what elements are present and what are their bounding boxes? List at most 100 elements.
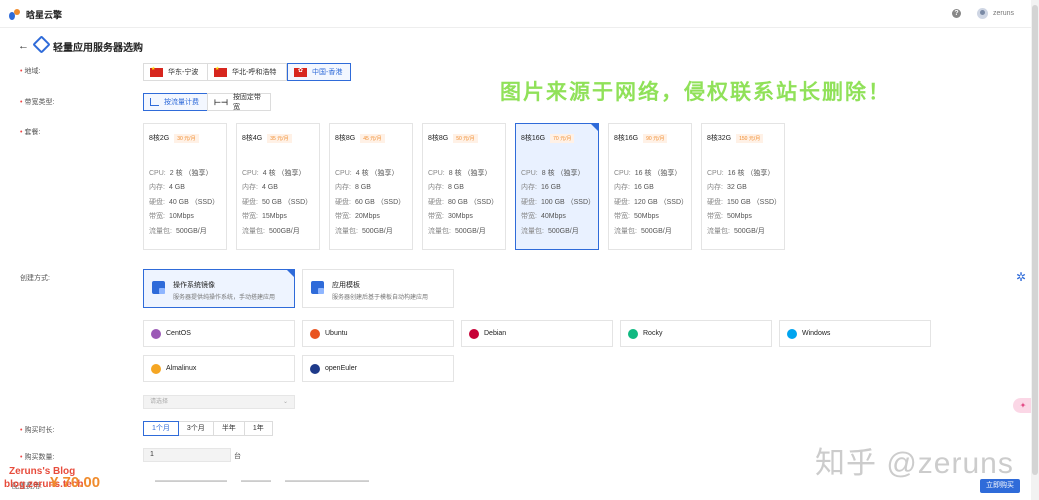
package-name: 8核8G [428, 135, 449, 142]
top-bar: 晗星云擎 ? zeruns [0, 0, 1039, 28]
package-card[interactable]: 8核8G 50 元/月 CPU: 8 核 （独享） 内存: 8 GB 硬盘: 80 GB （S… [422, 123, 506, 250]
bandwidth-option-label: 按固定带宽 [232, 94, 261, 111]
spec-label: CPU: [242, 170, 259, 177]
region-option-label: 中国-香港 [312, 69, 343, 76]
avatar[interactable] [977, 8, 988, 19]
spec-label: 带宽: [428, 213, 444, 220]
package-card[interactable]: 8核32G 150 元/月 CPU: 16 核 （独享） 内存: 32 GB 硬盘: 150 … [701, 123, 785, 250]
spec-value: 20Mbps [354, 213, 380, 220]
package-card[interactable]: 8核16G 70 元/月 CPU: 8 核 （独享） 内存: 16 GB 硬盘: 100 GB… [515, 123, 599, 250]
spec-value: 500GB/月 [361, 228, 393, 235]
os-label: openEuler [325, 365, 357, 372]
package-price-badge: 70 元/月 [550, 133, 575, 143]
package-spec-cpu: CPU: 8 核 （独享） [428, 168, 492, 178]
package-price-badge: 90 元/月 [643, 133, 668, 143]
version-select[interactable]: 请选择 ⌄ [143, 395, 295, 409]
package-spec-traffic: 流量包: 500GB/月 [521, 226, 579, 236]
spec-value: 40 GB （SSD） [168, 199, 220, 206]
spec-label: 流量包: [149, 228, 172, 235]
create-method-title: 应用模板 [332, 282, 360, 289]
region-option-hongkong[interactable]: 中国-香港 [287, 63, 351, 81]
os-option-windows[interactable]: Windows [779, 320, 931, 347]
back-arrow-icon[interactable]: ← [18, 40, 29, 52]
quantity-input[interactable]: 1 [143, 448, 231, 462]
package-spec-disk: 硬盘: 100 GB （SSD） [521, 197, 595, 207]
spec-label: CPU: [428, 170, 445, 177]
package-header: 8核16G 90 元/月 [614, 133, 668, 143]
brand[interactable]: 晗星云擎 [9, 8, 62, 21]
package-spec-disk: 硬盘: 80 GB （SSD） [428, 197, 498, 207]
package-header: 8核32G 150 元/月 [707, 133, 764, 143]
scrollbar-thumb[interactable] [1032, 5, 1038, 475]
os-option-openeuler[interactable]: openEuler [302, 355, 454, 382]
spec-label: 带宽: [614, 213, 630, 220]
region-option-label: 华北-呼和浩特 [232, 69, 277, 76]
package-name: 8核2G [149, 135, 170, 142]
os-option-centos[interactable]: CentOS [143, 320, 295, 347]
package-spec-mem: 内存: 16 GB [521, 182, 561, 192]
create-method-os-image[interactable]: 操作系统镜像 服务器提供纯操作系统，手动搭建应用 [143, 269, 295, 308]
bandwidth-option-traffic[interactable]: 按流量计费 [143, 93, 209, 111]
scrollbar[interactable] [1031, 0, 1039, 500]
bandwidth-option-fixed[interactable]: ⊢⊣ 按固定带宽 [207, 93, 271, 111]
spec-value: 16 核 （独享） [727, 170, 775, 177]
spec-label: CPU: [335, 170, 352, 177]
package-card[interactable]: 8核8G 45 元/月 CPU: 4 核 （独享） 内存: 8 GB 硬盘: 60 GB （S… [329, 123, 413, 250]
package-spec-cpu: CPU: 16 核 （独享） [614, 168, 681, 178]
question-circle-icon[interactable]: ? [952, 9, 961, 18]
spec-label: 内存: [521, 184, 537, 191]
spec-value: 10Mbps [168, 213, 194, 220]
duration-option-3month[interactable]: 3个月 [177, 421, 214, 436]
package-spec-traffic: 流量包: 500GB/月 [149, 226, 207, 236]
package-name: 8核16G [521, 135, 546, 142]
spec-label: 带宽: [149, 213, 165, 220]
quantity-label: • 购买数量: [20, 454, 55, 461]
spec-label: CPU: [614, 170, 631, 177]
brand-name: 晗星云擎 [26, 10, 63, 20]
package-spec-traffic: 流量包: 500GB/月 [335, 226, 393, 236]
chevron-down-icon: ⌄ [282, 399, 288, 405]
duration-option-halfyear[interactable]: 半年 [212, 421, 245, 436]
package-card[interactable]: 8核4G 35 元/月 CPU: 4 核 （独享） 内存: 4 GB 硬盘: 50 GB （S… [236, 123, 320, 250]
region-option-hohhot[interactable]: 华北-呼和浩特 [207, 63, 287, 81]
spec-label: 硬盘: [149, 199, 165, 206]
package-card[interactable]: 8核16G 90 元/月 CPU: 16 核 （独享） 内存: 16 GB 硬盘: 120 G… [608, 123, 692, 250]
region-option-ningbo[interactable]: 华东-宁波 [143, 63, 208, 81]
package-spec-disk: 硬盘: 40 GB （SSD） [149, 197, 219, 207]
package-card[interactable]: 8核2G 30 元/月 CPU: 2 核 （独享） 内存: 4 GB 硬盘: 40 GB （S… [143, 123, 227, 250]
package-spec-disk: 硬盘: 120 GB （SSD） [614, 197, 688, 207]
duration-option-1month[interactable]: 1个月 [143, 421, 179, 436]
package-spec-mem: 内存: 32 GB [707, 182, 747, 192]
buy-now-button[interactable]: 立即购买 [980, 479, 1020, 493]
package-header: 8核8G 45 元/月 [335, 133, 385, 143]
package-spec-bw: 带宽: 50Mbps [614, 211, 659, 221]
package-header: 8核2G 30 元/月 [149, 133, 199, 143]
bandwidth-type-label: • 带宽类型: [20, 99, 55, 106]
os-option-almalinux[interactable]: Almalinux [143, 355, 295, 382]
package-spec-traffic: 流量包: 500GB/月 [242, 226, 300, 236]
create-method-app-template[interactable]: 应用模板 服务器创建后基于模板自动构建应用 [302, 269, 454, 308]
username[interactable]: zeruns [993, 10, 1014, 17]
package-price-badge: 45 元/月 [360, 133, 385, 143]
spec-value: 500GB/月 [175, 228, 207, 235]
spec-label: 流量包: [242, 228, 265, 235]
package-price-badge: 35 元/月 [267, 133, 292, 143]
os-option-debian[interactable]: Debian [461, 320, 613, 347]
footer-faded-info: ▬▬▬▬▬▬▬▬▬▬▬▬ ▬▬▬▬▬ ▬▬▬▬▬▬▬▬▬▬▬▬▬▬ [155, 478, 369, 484]
spec-value: 500GB/月 [547, 228, 579, 235]
chat-bubble-icon[interactable]: ✦ [1013, 398, 1033, 413]
spec-label: 硬盘: [614, 199, 630, 206]
package-spec-disk: 硬盘: 60 GB （SSD） [335, 197, 405, 207]
app-template-icon [311, 281, 324, 294]
package-header: 8核8G 50 元/月 [428, 133, 478, 143]
os-image-icon [152, 281, 165, 294]
duration-option-1year[interactable]: 1年 [243, 421, 273, 436]
package-spec-traffic: 流量包: 500GB/月 [428, 226, 486, 236]
assistant-icon[interactable]: ✲ [1014, 270, 1028, 284]
os-option-ubuntu[interactable]: Ubuntu [302, 320, 454, 347]
spec-label: 内存: [707, 184, 723, 191]
spec-value: 40Mbps [540, 213, 566, 220]
spec-value: 50Mbps [633, 213, 659, 220]
spec-label: CPU: [521, 170, 538, 177]
os-option-rocky[interactable]: Rocky [620, 320, 772, 347]
